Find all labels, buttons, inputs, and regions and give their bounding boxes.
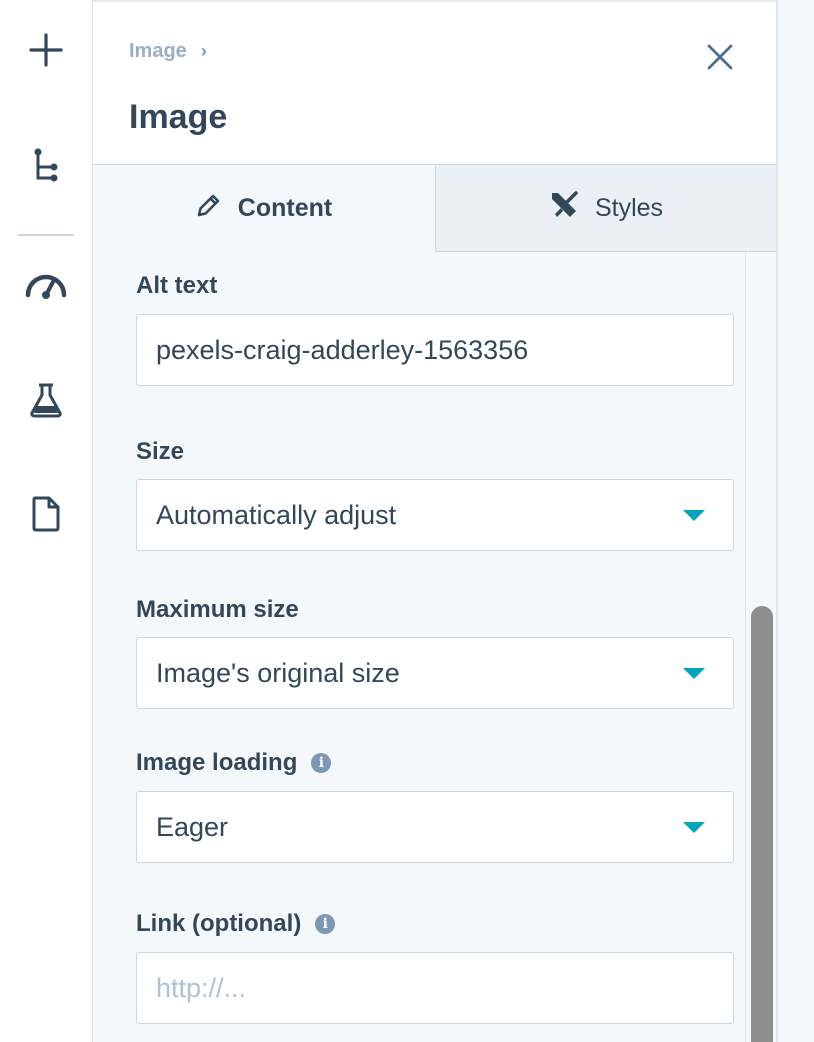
document-icon — [31, 495, 61, 538]
breadcrumb-item[interactable]: Image — [129, 40, 187, 63]
layers-tree-button[interactable] — [22, 143, 70, 191]
alt-text-input[interactable]: pexels-craig-adderley-1563356 — [136, 314, 734, 386]
image-loading-label: Image loading i — [136, 749, 332, 777]
alt-text-label: Alt text — [136, 272, 217, 300]
caret-down-icon — [683, 668, 705, 679]
pencil-icon — [196, 192, 222, 225]
add-element-button[interactable] — [22, 28, 70, 76]
link-label: Link (optional) i — [136, 910, 336, 938]
scrollbar-thumb[interactable] — [751, 606, 773, 1042]
speedometer-icon — [24, 269, 68, 304]
link-label-text: Link (optional) — [136, 910, 302, 937]
caret-down-icon — [683, 510, 705, 521]
size-label-text: Size — [136, 438, 185, 465]
left-icon-rail — [0, 0, 93, 1042]
max-size-selected-value: Image's original size — [156, 657, 400, 688]
tab-styles[interactable]: Styles — [435, 165, 776, 252]
link-url-input[interactable]: http://... — [136, 952, 734, 1024]
info-icon[interactable]: i — [311, 753, 332, 773]
performance-button[interactable] — [22, 262, 70, 310]
image-loading-selected-value: Eager — [156, 811, 229, 842]
flask-icon — [29, 382, 63, 423]
close-button[interactable] — [703, 42, 737, 76]
link-url-placeholder: http://... — [156, 972, 247, 1003]
tab-content[interactable]: Content — [93, 165, 435, 252]
test-button[interactable] — [22, 378, 70, 426]
canvas-edge — [776, 0, 814, 1042]
close-icon — [707, 44, 733, 75]
tab-styles-label: Styles — [594, 193, 664, 222]
image-loading-select[interactable]: Eager — [136, 791, 734, 863]
size-label: Size — [136, 438, 184, 466]
add-icon — [29, 32, 63, 72]
tree-icon — [32, 147, 60, 188]
caret-down-icon — [683, 822, 705, 833]
brush-icon — [549, 190, 579, 227]
size-select[interactable]: Automatically adjust — [136, 479, 734, 551]
size-selected-value: Automatically adjust — [156, 499, 397, 530]
page-settings-button[interactable] — [22, 492, 70, 540]
max-size-label-text: Maximum size — [136, 596, 299, 623]
tab-content-label: Content — [237, 194, 333, 222]
tab-bar: Content Styles — [93, 165, 776, 252]
max-size-select[interactable]: Image's original size — [136, 637, 734, 709]
panel-header: Image › Image — [93, 0, 776, 165]
alt-text-value: pexels-craig-adderley-1563356 — [156, 334, 529, 365]
max-size-label: Maximum size — [136, 596, 299, 624]
breadcrumb: Image › — [129, 40, 207, 63]
image-loading-label-text: Image loading — [136, 749, 298, 776]
chevron-right-icon: › — [200, 41, 207, 61]
info-icon[interactable]: i — [315, 914, 336, 934]
content-form: Alt text pexels-craig-adderley-1563356 S… — [93, 252, 746, 1042]
rail-divider — [18, 234, 74, 236]
page-title: Image — [129, 98, 228, 136]
alt-text-label-text: Alt text — [136, 272, 218, 299]
image-editor-panel: Image › Image Content Styles Alt text pe… — [93, 0, 776, 1042]
